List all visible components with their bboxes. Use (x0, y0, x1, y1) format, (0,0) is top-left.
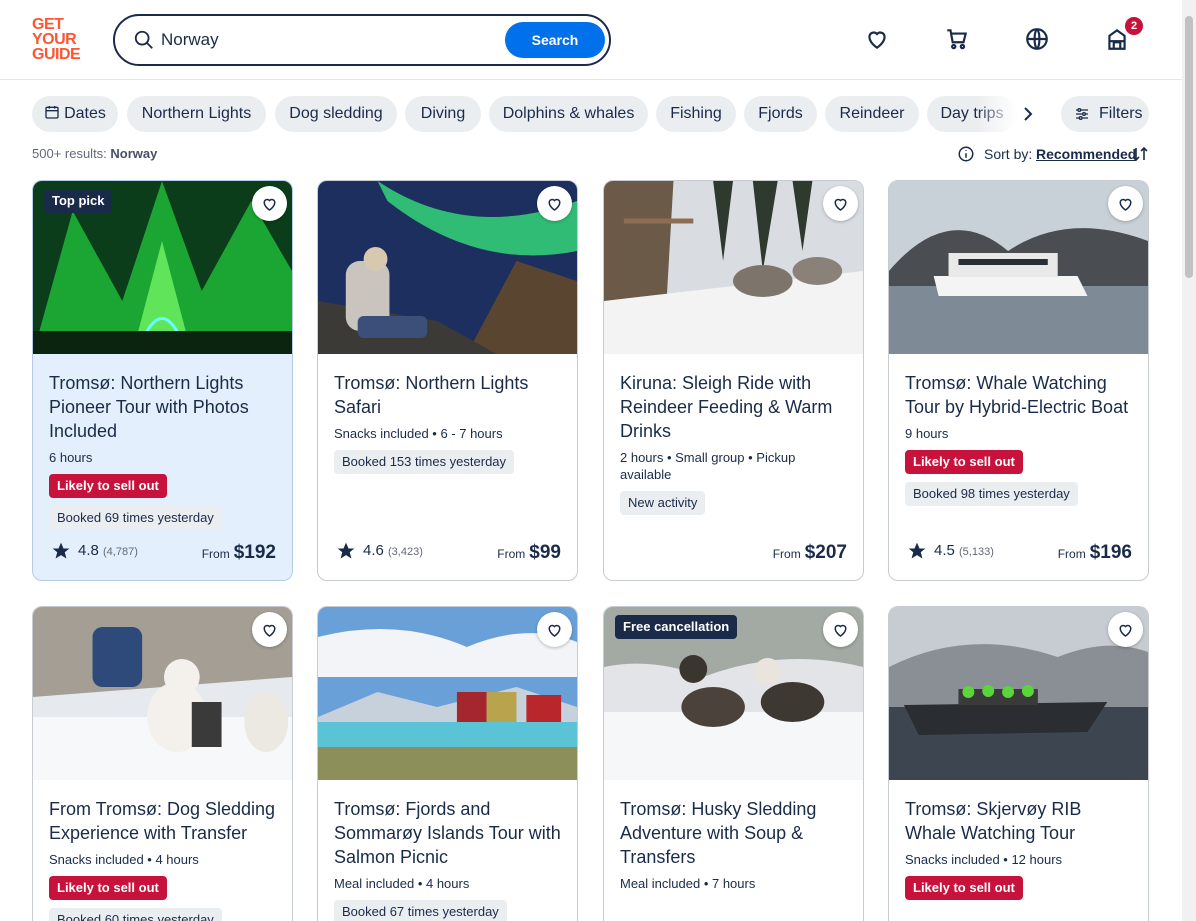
chip-dolphins-whales[interactable]: Dolphins & whales (489, 96, 648, 132)
globe-icon[interactable] (1024, 26, 1050, 52)
activity-card[interactable]: Tromsø: Skjervøy RIB Whale Watching Tour… (888, 606, 1149, 921)
chip-fjords[interactable]: Fjords (744, 96, 817, 132)
sell-out-badge: Likely to sell out (905, 876, 1023, 900)
rating: 4.5 (5,133) (907, 540, 1017, 562)
cart-badge: 2 (1125, 17, 1143, 35)
star-icon (52, 542, 70, 559)
activity-meta: Snacks included • 4 hours (49, 852, 199, 867)
activity-card[interactable]: Top pick Tromsø: Northern Lights Pioneer… (32, 180, 293, 581)
activity-meta: Snacks included • 12 hours (905, 852, 1063, 867)
results-count: 500+ results: Norway (32, 146, 158, 161)
wishlist-button[interactable] (1108, 612, 1143, 647)
wishlist-button[interactable] (1108, 186, 1143, 221)
heart-icon (548, 624, 561, 637)
search-icon (134, 30, 153, 49)
activity-title[interactable]: Tromsø: Northern Lights Safari (334, 371, 563, 419)
sort-value[interactable]: Recommended (1036, 144, 1136, 164)
price: From $192 (201, 542, 276, 563)
booked-badge: Booked 98 times yesterday (905, 482, 1078, 506)
wishlist-button[interactable] (537, 612, 572, 647)
activity-card[interactable]: Tromsø: Fjords and Sommarøy Islands Tour… (317, 606, 578, 921)
calendar-icon (45, 106, 59, 119)
chip-fishing[interactable]: Fishing (656, 96, 736, 132)
rating: 4.8 (4,787) (51, 540, 161, 562)
booked-badge: Booked 69 times yesterday (49, 506, 222, 530)
chip-day-trips[interactable]: Day trips (927, 96, 1017, 132)
wishlist-button[interactable] (252, 186, 287, 221)
filters-button[interactable]: Filters (1061, 96, 1149, 132)
activity-meta: Snacks included • 6 - 7 hours (334, 426, 503, 441)
activity-meta: 6 hours (49, 450, 93, 465)
heart-icon[interactable] (864, 26, 890, 52)
heart-icon (1119, 198, 1132, 211)
new-activity-badge: New activity (620, 491, 706, 515)
heart-icon (263, 624, 276, 637)
star-icon (908, 542, 926, 559)
activity-title[interactable]: Tromsø: Husky Sledding Adventure with So… (620, 797, 849, 869)
booked-badge: Booked 60 times yesterday (49, 908, 222, 921)
sell-out-badge: Likely to sell out (49, 474, 167, 498)
scrollbar-thumb[interactable] (1185, 16, 1193, 278)
wishlist-button[interactable] (252, 612, 287, 647)
wishlist-button[interactable] (537, 186, 572, 221)
activity-meta: 2 hours • Small group • Pickup available (620, 450, 796, 482)
sort-arrows-icon (1132, 146, 1148, 162)
sell-out-badge: Likely to sell out (49, 876, 167, 900)
activity-meta: Meal included • 7 hours (620, 876, 756, 891)
getyourguide-logo[interactable]: GET YOUR GUIDE (32, 17, 90, 63)
activity-title[interactable]: From Tromsø: Dog Sledding Experience wit… (49, 797, 278, 845)
price: From $207 (772, 542, 847, 563)
activity-meta: Meal included • 4 hours (334, 876, 470, 891)
scrollbar[interactable] (1182, 0, 1196, 921)
heart-icon (834, 198, 847, 211)
sliders-icon (1076, 108, 1088, 120)
activity-title[interactable]: Tromsø: Fjords and Sommarøy Islands Tour… (334, 797, 563, 869)
header: GET YOUR GUIDE Search 2 (0, 0, 1182, 80)
wishlist-button[interactable] (823, 612, 858, 647)
activity-title[interactable]: Tromsø: Skjervøy RIB Whale Watching Tour (905, 797, 1134, 845)
booked-badge: Booked 153 times yesterday (334, 450, 515, 474)
chip-reindeer[interactable]: Reindeer (825, 96, 919, 132)
chevron-right-icon[interactable] (1018, 102, 1038, 126)
activity-title[interactable]: Tromsø: Whale Watching Tour by Hybrid-El… (905, 371, 1134, 419)
sell-out-badge: Likely to sell out (905, 450, 1023, 474)
chip-dog-sledding[interactable]: Dog sledding (275, 96, 397, 132)
chip-dates[interactable]: Dates (32, 96, 118, 132)
info-icon[interactable] (957, 145, 975, 163)
heart-icon (1119, 624, 1132, 637)
activity-card[interactable]: Free cancellation Tromsø: Husky Sledding… (603, 606, 864, 921)
chip-northern-lights[interactable]: Northern Lights (127, 96, 266, 132)
search-bar: Search (113, 14, 611, 66)
heart-icon (263, 198, 276, 211)
sort-control[interactable]: Sort by: Recommended (957, 144, 1152, 164)
wishlist-button[interactable] (823, 186, 858, 221)
cart-icon[interactable] (944, 26, 970, 52)
free-cancellation-badge: Free cancellation (615, 615, 738, 639)
star-icon (337, 542, 355, 559)
search-button[interactable]: Search (505, 22, 605, 58)
activity-title[interactable]: Kiruna: Sleigh Ride with Reindeer Feedin… (620, 371, 849, 443)
chip-diving[interactable]: Diving (405, 96, 481, 132)
rating: 4.6 (3,423) (336, 540, 446, 562)
heart-icon (548, 198, 561, 211)
activity-title[interactable]: Tromsø: Northern Lights Pioneer Tour wit… (49, 371, 278, 443)
activity-card[interactable]: Kiruna: Sleigh Ride with Reindeer Feedin… (603, 180, 864, 581)
top-pick-badge: Top pick (44, 189, 113, 213)
booked-badge: Booked 67 times yesterday (334, 900, 507, 921)
activity-card[interactable]: Tromsø: Whale Watching Tour by Hybrid-El… (888, 180, 1149, 581)
price: From $99 (497, 542, 561, 563)
activity-meta: 9 hours (905, 426, 949, 441)
heart-icon (834, 624, 847, 637)
search-input[interactable] (161, 26, 501, 54)
activity-card[interactable]: From Tromsø: Dog Sledding Experience wit… (32, 606, 293, 921)
category-chips: Dates Northern Lights Dog sledding Divin… (32, 96, 1032, 132)
activity-card[interactable]: Tromsø: Northern Lights Safari Snacks in… (317, 180, 578, 581)
price: From $196 (1057, 542, 1132, 563)
